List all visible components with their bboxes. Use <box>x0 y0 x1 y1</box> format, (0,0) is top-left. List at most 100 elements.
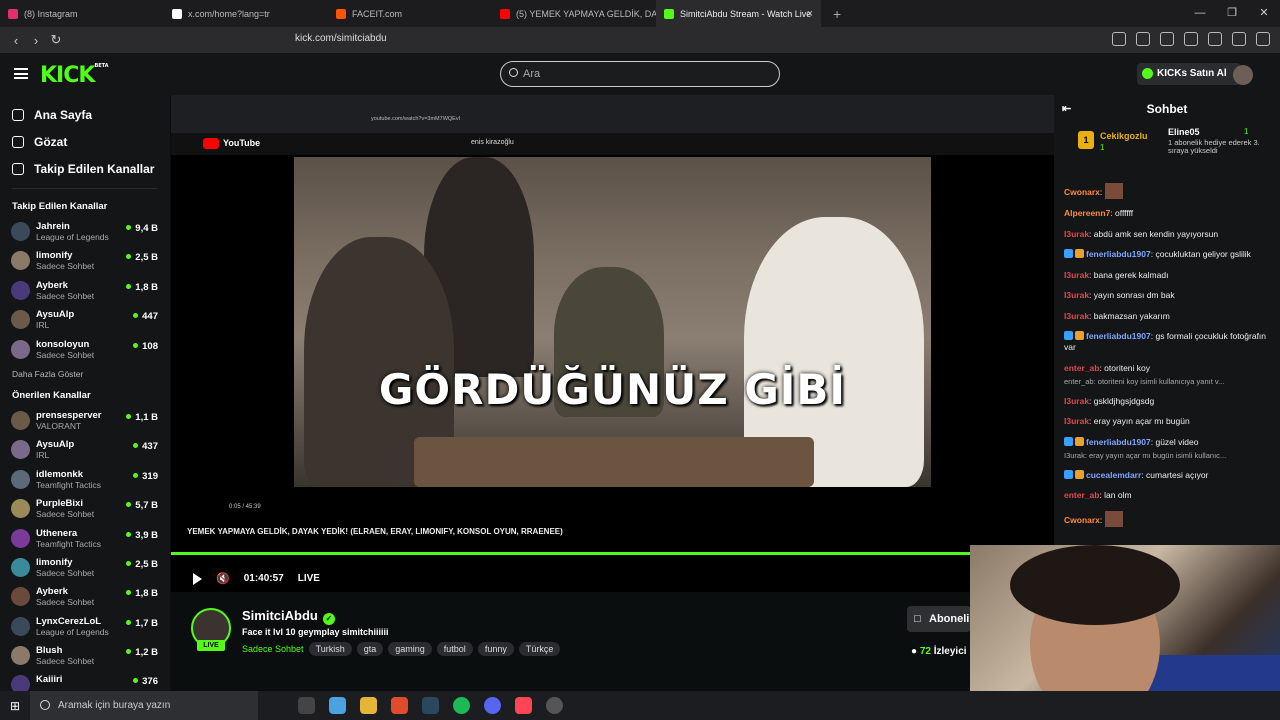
extension-icon[interactable] <box>1112 32 1126 46</box>
sidebar-icon[interactable] <box>1184 32 1198 46</box>
chat-username[interactable]: I3urak <box>1064 229 1089 239</box>
category-link[interactable]: Sadece Sohbet <box>242 644 304 654</box>
search-input[interactable]: Ara <box>500 61 780 87</box>
copilot-icon[interactable] <box>329 697 346 714</box>
collapse-chat-icon[interactable]: ⇤ <box>1062 95 1071 123</box>
recommended-channel[interactable]: Ayberk Sadece Sohbet 1,8 B <box>0 582 170 611</box>
chat-username[interactable]: Cwonarx <box>1064 515 1100 525</box>
nav-browse[interactable]: Gözat <box>0 128 170 155</box>
followed-channel[interactable]: konsoloyun Sadece Sohbet 108 <box>0 335 170 364</box>
mute-icon[interactable]: 🔇 <box>216 572 230 585</box>
chat-username[interactable]: fenerliabdu1907 <box>1086 437 1151 447</box>
recommended-channel[interactable]: Kaiiiri 376 <box>0 670 170 691</box>
youtube-search: enis kirazoğlu <box>471 139 514 146</box>
progress-bar[interactable] <box>171 552 975 555</box>
chat-username[interactable]: I3urak <box>1064 270 1089 280</box>
reload-icon[interactable]: ↻ <box>46 32 66 48</box>
play-icon[interactable] <box>193 572 202 585</box>
task-view-icon[interactable] <box>298 697 315 714</box>
browser-tab[interactable]: FACEIT.com <box>328 0 492 27</box>
stream-tag[interactable]: gaming <box>388 642 432 656</box>
steam-icon[interactable] <box>422 697 439 714</box>
screenshot-icon[interactable] <box>1136 32 1150 46</box>
wallet-icon[interactable] <box>1208 32 1222 46</box>
show-more-link[interactable]: Daha Fazla Göster <box>0 364 170 384</box>
back-icon[interactable]: ‹ <box>6 33 26 48</box>
video-caption: GÖRDÜĞÜNÜZ GİBİ <box>378 365 847 414</box>
embedded-tabs <box>171 95 1054 111</box>
chat-text: offffff <box>1115 208 1134 218</box>
leaderboard-user[interactable]: Eline05 <box>1168 127 1200 137</box>
brave-icon[interactable] <box>391 697 408 714</box>
recommended-channel[interactable]: prensesperver VALORANT 1,1 B <box>0 406 170 435</box>
spotify-icon[interactable] <box>453 697 470 714</box>
taskbar-search[interactable]: Aramak için buraya yazın <box>30 691 258 720</box>
chat-message: I3urak: yayın sonrası dm bak <box>1064 290 1175 300</box>
minimize-icon[interactable]: — <box>1184 0 1216 27</box>
chat-username[interactable]: Cwonarx <box>1064 187 1100 197</box>
kicks-buy-button[interactable]: KICKs Satın Al <box>1137 63 1241 85</box>
chat-username[interactable]: I3urak <box>1064 396 1089 406</box>
video-player[interactable]: youtube.com/watch?v=3mM7WQEvI YouTube en… <box>171 95 1054 592</box>
stream-tag[interactable]: Türkçe <box>518 642 561 656</box>
browser-tab[interactable]: (5) YEMEK YAPMAYA GELDİK, DAYAK <box>492 0 656 27</box>
vpn-icon[interactable] <box>1232 32 1246 46</box>
chat-username[interactable]: cucealemdarr <box>1086 470 1141 480</box>
recommended-channel[interactable]: PurpleBixi Sadece Sohbet 5,7 B <box>0 494 170 523</box>
chat-username[interactable]: Alpereenn7 <box>1064 208 1110 218</box>
followed-channel[interactable]: limonify Sadece Sohbet 2,5 B <box>0 246 170 275</box>
valorant-icon[interactable] <box>515 697 532 714</box>
address-bar[interactable]: kick.com/simitciabdu <box>295 33 387 44</box>
channel-avatar <box>11 646 30 666</box>
new-tab-button[interactable]: + <box>821 6 853 22</box>
chat-message: I3urak: bakmazsan yakarım <box>1064 310 1170 321</box>
chat-username[interactable]: fenerliabdu1907 <box>1086 331 1151 341</box>
chat-username[interactable]: I3urak <box>1064 290 1089 300</box>
browser-tab[interactable]: SimitciAbdu Stream - Watch Live × <box>656 0 821 27</box>
chat-message: fenerliabdu1907: gs formali çocukluk fot… <box>1064 331 1267 352</box>
recommended-channel[interactable]: idlemonkk Teamfight Tactics 319 <box>0 465 170 494</box>
explorer-icon[interactable] <box>360 697 377 714</box>
recommended-channel[interactable]: Blush Sadece Sohbet 1,2 B <box>0 641 170 670</box>
restore-icon[interactable]: ❐ <box>1216 0 1248 27</box>
chat-username[interactable]: I3urak <box>1064 311 1089 321</box>
hamburger-menu-icon[interactable] <box>14 68 28 79</box>
kick-logo[interactable]: KICKBETA <box>40 63 109 88</box>
channel-avatar <box>11 528 30 548</box>
stream-tag[interactable]: Turkish <box>308 642 352 656</box>
streamer-name[interactable]: SimitciAbdu ✓ <box>242 608 335 625</box>
chat-text: güzel video <box>1155 436 1199 447</box>
followed-channel[interactable]: AysuAlp IRL 447 <box>0 305 170 334</box>
recommended-channel[interactable]: LynxCerezLoL League of Legends 1,7 B <box>0 612 170 641</box>
stream-tag[interactable]: gta <box>356 642 384 656</box>
forward-icon[interactable]: › <box>26 33 46 48</box>
followed-channel[interactable]: Ayberk Sadece Sohbet 1,8 B <box>0 276 170 305</box>
recommended-channel[interactable]: AysuAlp IRL 437 <box>0 435 170 464</box>
recommended-channel[interactable]: Uthenera Teamfight Tactics 3,9 B <box>0 524 170 553</box>
tab-favicon-icon <box>500 8 510 19</box>
rank-badge: 1 <box>1078 131 1094 149</box>
stream-tag[interactable]: futbol <box>436 642 473 656</box>
music-icon[interactable] <box>1160 32 1174 46</box>
nav-heart[interactable]: Takip Edilen Kanallar <box>0 155 170 182</box>
discord-icon[interactable] <box>484 697 501 714</box>
chat-username[interactable]: fenerliabdu1907 <box>1086 249 1151 259</box>
chat-username[interactable]: I3urak <box>1064 416 1089 426</box>
leaderboard-user[interactable]: Cekikgozlu <box>1100 131 1148 141</box>
browser-tab[interactable]: x.com/home?lang=tr <box>164 0 328 27</box>
gift-badge-icon <box>1075 436 1084 446</box>
subscribe-button[interactable]: □ Abonelik <box>907 606 975 632</box>
windows-start-icon[interactable]: ⊞ <box>0 699 30 713</box>
nav-home[interactable]: Ana Sayfa <box>0 101 170 128</box>
recommended-channel[interactable]: limonify Sadece Sohbet 2,5 B <box>0 553 170 582</box>
user-avatar[interactable] <box>1233 65 1253 85</box>
browser-tab[interactable]: (8) Instagram <box>0 0 164 27</box>
faceit-icon[interactable] <box>546 697 563 714</box>
close-window-icon[interactable]: ✕ <box>1248 0 1280 27</box>
stream-tag[interactable]: funny <box>477 642 514 656</box>
followed-channel[interactable]: Jahrein League of Legends 9,4 B <box>0 217 170 246</box>
chat-username[interactable]: enter_ab <box>1064 363 1099 373</box>
close-tab-icon[interactable]: × <box>807 8 813 20</box>
menu-icon[interactable] <box>1256 32 1270 46</box>
chat-username[interactable]: enter_ab <box>1064 490 1099 500</box>
